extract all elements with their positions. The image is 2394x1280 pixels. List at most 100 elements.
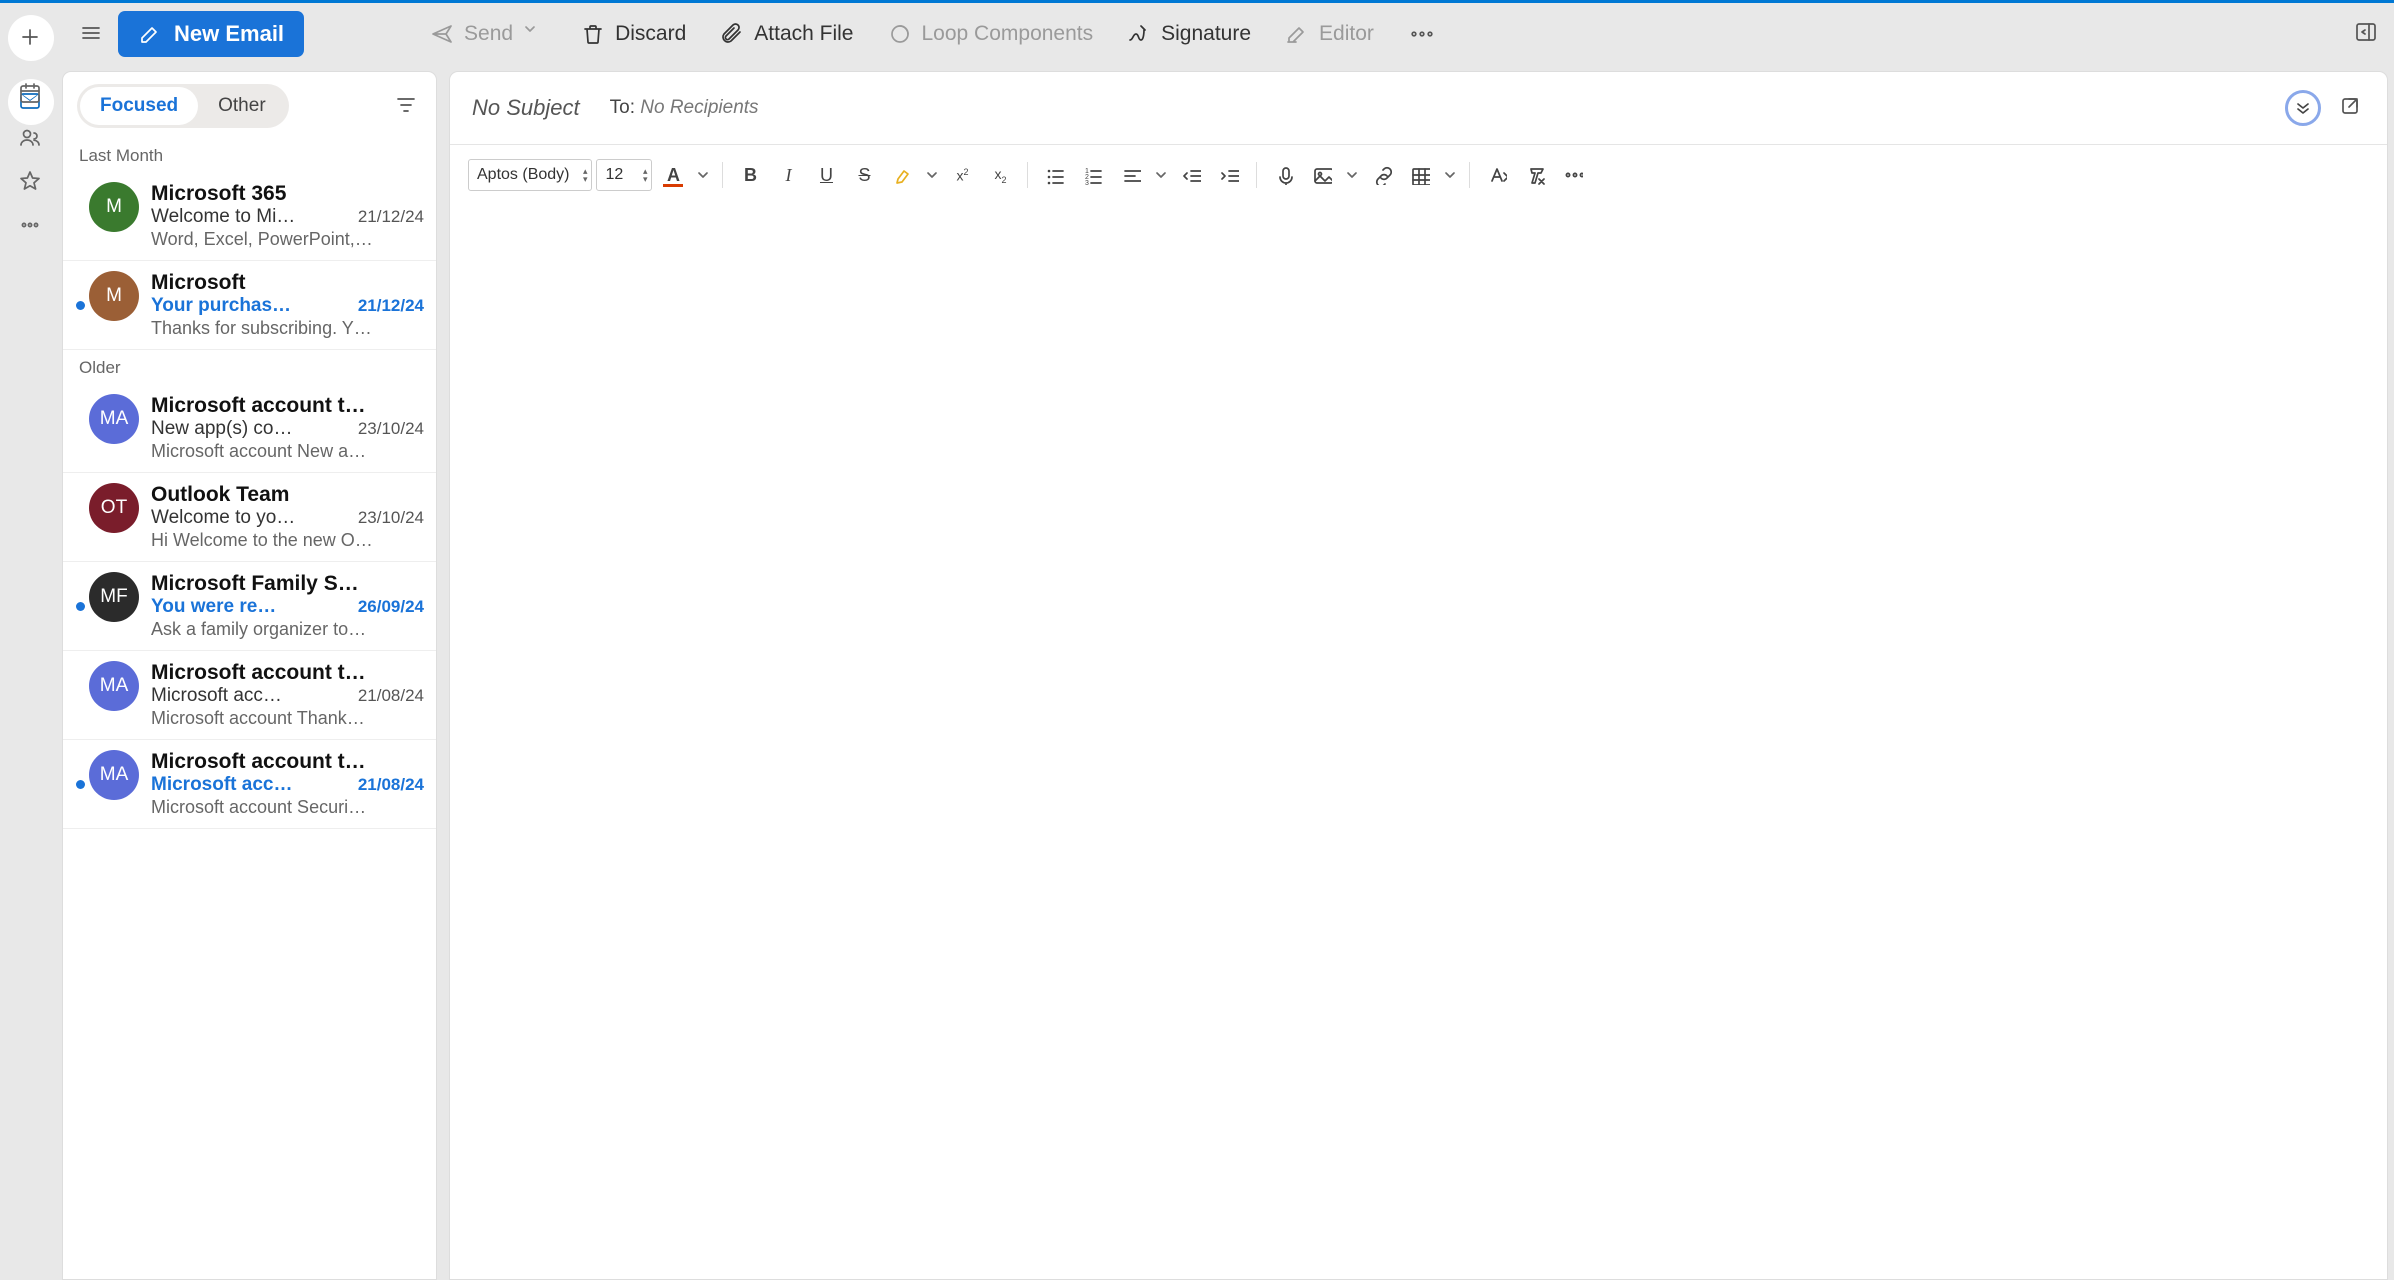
email-item[interactable]: OT Outlook Team Welcome to yo… 23/10/24 … bbox=[63, 473, 436, 562]
plus-icon bbox=[18, 25, 44, 51]
align-button[interactable] bbox=[1114, 159, 1148, 191]
discard-button[interactable]: Discard bbox=[567, 13, 700, 55]
outdent-button[interactable] bbox=[1174, 159, 1208, 191]
highlight-icon bbox=[892, 165, 912, 185]
inbox-tab-pill: Focused Other bbox=[77, 84, 289, 128]
numbering-button[interactable]: 123 bbox=[1076, 159, 1110, 191]
popout-icon bbox=[2339, 95, 2361, 117]
underline-button[interactable]: U bbox=[809, 159, 843, 191]
avatar: MF bbox=[89, 572, 139, 622]
email-item[interactable]: MA Microsoft account t… New app(s) co… 2… bbox=[63, 384, 436, 473]
italic-button[interactable]: I bbox=[771, 159, 805, 191]
indent-icon bbox=[1219, 165, 1239, 185]
email-subject: You were re… bbox=[151, 596, 348, 618]
collapse-icon bbox=[2354, 20, 2378, 44]
ellipsis-icon bbox=[18, 213, 44, 363]
bullets-icon bbox=[1045, 165, 1065, 185]
styles-icon bbox=[1487, 165, 1507, 185]
font-color-button[interactable]: A bbox=[656, 159, 690, 191]
compose-body[interactable] bbox=[450, 205, 2387, 1279]
email-subject: Microsoft acc… bbox=[151, 774, 348, 796]
email-date: 21/08/24 bbox=[358, 775, 424, 795]
loop-components-button[interactable]: Loop Components bbox=[874, 13, 1108, 55]
new-item-button[interactable] bbox=[8, 15, 54, 61]
filter-button[interactable] bbox=[388, 87, 422, 126]
collapse-ribbon-button[interactable] bbox=[2348, 14, 2384, 55]
font-size-value: 12 bbox=[605, 166, 623, 184]
bold-button[interactable]: B bbox=[733, 159, 767, 191]
table-icon bbox=[1410, 165, 1430, 185]
image-icon bbox=[1312, 165, 1332, 185]
toolbar-overflow-button[interactable] bbox=[1402, 24, 1442, 44]
email-preview: Word, Excel, PowerPoint,… bbox=[151, 229, 424, 250]
avatar: OT bbox=[89, 483, 139, 533]
link-icon bbox=[1372, 165, 1392, 185]
outdent-icon bbox=[1181, 165, 1201, 185]
email-item[interactable]: MA Microsoft account t… Microsoft acc… 2… bbox=[63, 651, 436, 740]
table-chevron[interactable] bbox=[1441, 169, 1459, 181]
send-icon bbox=[430, 22, 454, 46]
group-label-older: Older bbox=[63, 350, 436, 384]
strikethrough-button[interactable]: S bbox=[847, 159, 881, 191]
email-sender: Microsoft account t… bbox=[151, 661, 424, 685]
recipients-placeholder: No Recipients bbox=[640, 97, 758, 118]
superscript-button[interactable]: x2 bbox=[945, 159, 979, 191]
loop-components-label: Loop Components bbox=[922, 22, 1094, 46]
email-preview: Ask a family organizer to… bbox=[151, 619, 424, 640]
font-color-chevron[interactable] bbox=[694, 169, 712, 181]
email-sender: Microsoft bbox=[151, 271, 424, 295]
subject-placeholder[interactable]: No Subject bbox=[472, 95, 580, 121]
email-item[interactable]: M Microsoft Your purchas… 21/12/24 Thank… bbox=[63, 261, 436, 350]
insert-link-button[interactable] bbox=[1365, 159, 1399, 191]
subscript-button[interactable]: x2 bbox=[983, 159, 1017, 191]
email-subject: Welcome to Mi… bbox=[151, 206, 348, 228]
expand-header-button[interactable] bbox=[2285, 90, 2321, 126]
ellipsis-icon bbox=[1409, 24, 1435, 44]
email-date: 23/10/24 bbox=[358, 419, 424, 439]
dictate-button[interactable] bbox=[1267, 159, 1301, 191]
email-date: 26/09/24 bbox=[358, 597, 424, 617]
font-size-select[interactable]: 12 ▴▾ bbox=[596, 159, 652, 191]
send-button[interactable]: Send bbox=[416, 13, 561, 55]
unread-dot bbox=[76, 602, 85, 611]
styles-button[interactable] bbox=[1480, 159, 1514, 191]
trash-icon bbox=[581, 22, 605, 46]
image-chevron[interactable] bbox=[1343, 169, 1361, 181]
attach-file-button[interactable]: Attach File bbox=[706, 13, 867, 55]
hamburger-button[interactable] bbox=[72, 14, 112, 54]
bullets-button[interactable] bbox=[1038, 159, 1072, 191]
email-date: 21/12/24 bbox=[358, 207, 424, 227]
insert-table-button[interactable] bbox=[1403, 159, 1437, 191]
email-sender: Outlook Team bbox=[151, 483, 424, 507]
clear-formatting-button[interactable] bbox=[1518, 159, 1552, 191]
chevron-double-down-icon bbox=[2294, 99, 2312, 117]
font-family-select[interactable]: Aptos (Body) ▴▾ bbox=[468, 159, 592, 191]
tab-other[interactable]: Other bbox=[198, 87, 286, 125]
editor-label: Editor bbox=[1319, 22, 1374, 46]
editor-button[interactable]: Editor bbox=[1271, 13, 1388, 55]
filter-icon bbox=[394, 93, 416, 115]
align-chevron[interactable] bbox=[1152, 169, 1170, 181]
highlight-button[interactable] bbox=[885, 159, 919, 191]
signature-button[interactable]: Signature bbox=[1113, 13, 1265, 55]
new-email-button[interactable]: New Email bbox=[118, 11, 304, 57]
email-item[interactable]: MA Microsoft account t… Microsoft acc… 2… bbox=[63, 740, 436, 829]
discard-label: Discard bbox=[615, 22, 686, 46]
indent-button[interactable] bbox=[1212, 159, 1246, 191]
group-label-last-month: Last Month bbox=[63, 138, 436, 172]
format-overflow-button[interactable] bbox=[1556, 159, 1590, 191]
highlight-chevron[interactable] bbox=[923, 169, 941, 181]
email-item[interactable]: M Microsoft 365 Welcome to Mi… 21/12/24 … bbox=[63, 172, 436, 261]
email-date: 23/10/24 bbox=[358, 508, 424, 528]
email-item[interactable]: MF Microsoft Family S… You were re… 26/0… bbox=[63, 562, 436, 651]
compose-header: No Subject To: No Recipients bbox=[450, 72, 2387, 145]
to-field[interactable]: To: No Recipients bbox=[610, 97, 759, 119]
chevron-down-icon bbox=[1155, 169, 1167, 181]
mic-icon bbox=[1274, 165, 1294, 185]
email-list[interactable]: Last Month M Microsoft 365 Welcome to Mi… bbox=[63, 138, 436, 829]
insert-image-button[interactable] bbox=[1305, 159, 1339, 191]
tab-focused[interactable]: Focused bbox=[80, 87, 198, 125]
more-rail-button[interactable] bbox=[18, 275, 44, 301]
send-label: Send bbox=[464, 22, 513, 46]
popout-button[interactable] bbox=[2335, 91, 2365, 126]
